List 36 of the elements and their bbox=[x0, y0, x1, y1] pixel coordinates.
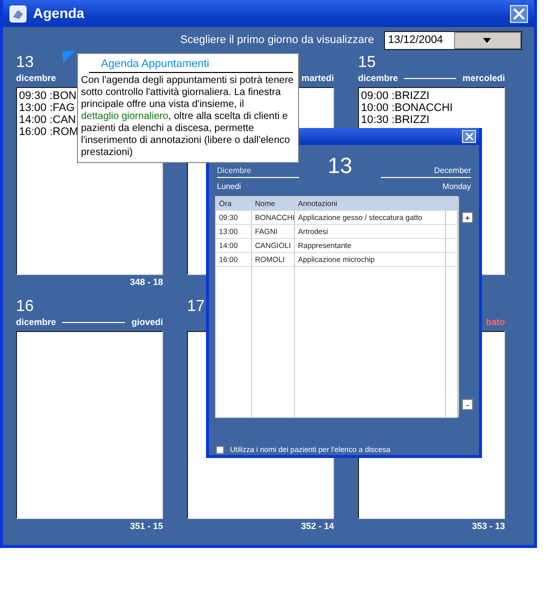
remove-button[interactable]: - bbox=[462, 399, 473, 410]
day-number: 13 bbox=[16, 54, 34, 71]
checkbox[interactable] bbox=[216, 446, 224, 454]
close-button[interactable] bbox=[510, 4, 528, 22]
day-count-label: 348 - 18 bbox=[130, 277, 163, 287]
day-count-label: 353 - 13 bbox=[472, 521, 505, 531]
month-label: dicembre bbox=[358, 72, 398, 85]
tooltip-pointer-icon bbox=[63, 51, 75, 63]
month-label: dicembre bbox=[16, 72, 56, 85]
weekday-label: giovedi bbox=[131, 316, 163, 329]
close-button[interactable] bbox=[462, 130, 476, 143]
start-day-label: Scegliere il primo giorno da visualizzare bbox=[180, 32, 374, 48]
weekday-label: mercoledi bbox=[462, 72, 505, 85]
day-number: 17 bbox=[187, 298, 205, 315]
date-dropdown[interactable]: 13/12/2004 bbox=[384, 30, 522, 50]
month-label: Dicembre bbox=[217, 165, 299, 178]
add-button[interactable]: + bbox=[462, 212, 473, 223]
window-title: Agenda bbox=[33, 4, 84, 23]
appointment-entry[interactable]: 10:30 :BRIZZI bbox=[361, 114, 502, 126]
day-number: 16 bbox=[16, 298, 34, 315]
day-number: 15 bbox=[358, 54, 376, 71]
tooltip-text: Con l'agenda degli appuntamenti si potrà tenere sotto controllo l'attività giornaliera. La finestra principale offre una vista d'insieme, il dettaglio giornaliero, oltre alla scelta di clienti e pazienti da elenchi a discesa, permette l'inserimento di annotazioni (libere o dall'elenco prestazioni) bbox=[81, 75, 295, 159]
appointment-entry[interactable]: 10:00 :BONACCHI bbox=[361, 102, 502, 114]
tooltip-title: Agenda Appuntamenti bbox=[89, 56, 293, 73]
day-count-label: 352 - 14 bbox=[300, 521, 334, 531]
month-label: dicembre bbox=[16, 316, 56, 329]
detail-link[interactable]: dettaglio giornaliero bbox=[81, 111, 168, 122]
day-count-label: 351 - 15 bbox=[130, 521, 163, 531]
app-icon bbox=[9, 4, 27, 22]
weekday-label: Monday bbox=[442, 181, 471, 193]
appointment-entry[interactable]: 09:00 :BRIZZI bbox=[361, 90, 502, 102]
weekday-label: Lunedi bbox=[217, 181, 242, 193]
day-number: 13 bbox=[328, 154, 352, 178]
month-label: December bbox=[381, 165, 472, 178]
weekday-label: martedi bbox=[301, 72, 334, 85]
weekday-label: bato bbox=[486, 316, 505, 329]
